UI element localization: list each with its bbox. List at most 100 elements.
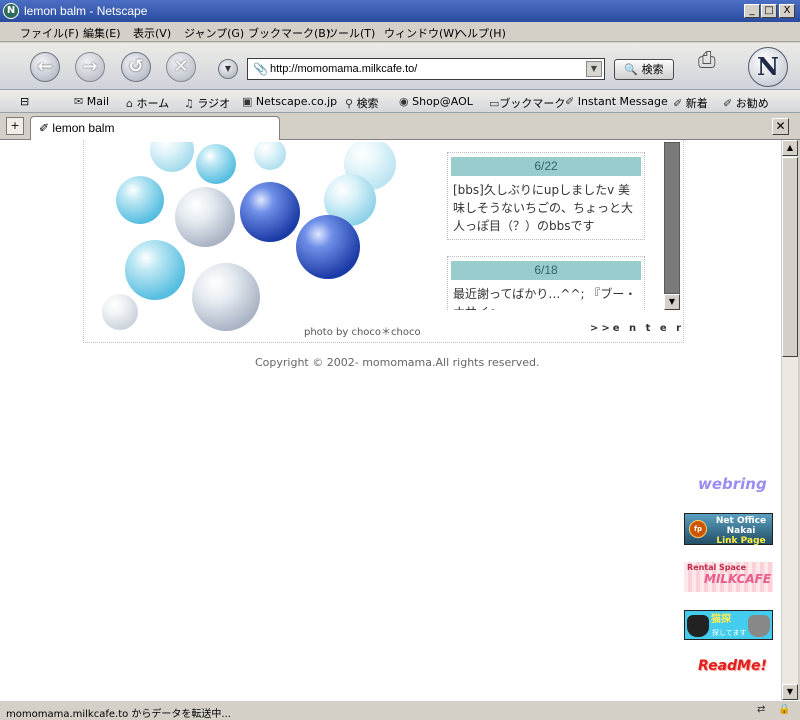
window-title: lemon balm - Netscape bbox=[24, 4, 148, 18]
milkcafe-line2: MILKCAFE bbox=[704, 572, 772, 586]
nakai-line2: Nakai bbox=[726, 526, 756, 536]
menu-edit[interactable]: 編集(E) bbox=[83, 25, 121, 41]
bookmark-folder[interactable]: ▭ブックマーク bbox=[489, 95, 565, 111]
toolbar-grip-icon[interactable]: ⊟ bbox=[20, 95, 29, 108]
page-icon: ✐ bbox=[39, 121, 50, 135]
new-tab-button[interactable]: + bbox=[6, 117, 24, 135]
menu-tools[interactable]: ツール(T) bbox=[327, 25, 375, 41]
magnifier-icon: 🔍 bbox=[624, 63, 639, 76]
bookmark-search[interactable]: ⚲ 検索 bbox=[345, 95, 379, 111]
status-text: momomama.milkcafe.to からデータを転送中... bbox=[6, 709, 231, 720]
my-netscape-icon: ▣ bbox=[242, 95, 253, 108]
bookmark-icon: ✐ bbox=[673, 97, 683, 110]
menu-window[interactable]: ウィンドウ(W) bbox=[384, 25, 458, 41]
forward-button[interactable]: → bbox=[75, 52, 105, 82]
menu-view[interactable]: 表示(V) bbox=[133, 25, 171, 41]
bookmark-new[interactable]: ✐ 新着 bbox=[673, 95, 708, 111]
milkcafe-line1: Rental Space bbox=[687, 563, 747, 572]
history-dropdown-button[interactable]: ▼ bbox=[218, 59, 238, 79]
search-icon: ⚲ bbox=[345, 97, 354, 110]
bookmark-search-label: 検索 bbox=[356, 97, 379, 110]
bookmark-shop-aol[interactable]: ◉ Shop@AOL bbox=[399, 95, 473, 108]
security-lock-icon[interactable]: 🔒 bbox=[778, 704, 790, 715]
neko-search-banner[interactable]: 猫探 探してます bbox=[684, 610, 773, 640]
scroll-down-icon[interactable]: ▼ bbox=[782, 684, 798, 700]
minimize-button[interactable]: _ bbox=[744, 4, 760, 18]
bookmark-instant-message[interactable]: ✐ Instant Message bbox=[565, 95, 668, 108]
bookmark-im-label: Instant Message bbox=[577, 95, 668, 108]
reload-icon: ↺ bbox=[128, 56, 144, 77]
tab-title: lemon balm bbox=[52, 121, 115, 135]
bookmark-radio-label: ラジオ bbox=[197, 97, 231, 110]
folder-icon: ▭ bbox=[489, 97, 500, 110]
back-arrow-icon: ← bbox=[37, 56, 53, 77]
photo-credit: photo by choco＊choco bbox=[304, 327, 421, 338]
bookmark-folder-label: ブックマーク bbox=[499, 97, 566, 110]
reload-button[interactable]: ↺ bbox=[121, 52, 151, 82]
scroll-up-icon[interactable]: ▲ bbox=[782, 140, 798, 156]
forward-arrow-icon: → bbox=[82, 56, 98, 77]
maximize-button[interactable]: □ bbox=[761, 4, 777, 18]
net-office-nakai-banner[interactable]: fp Net Office Nakai Link Page bbox=[684, 513, 773, 546]
bookmark-radio[interactable]: ♫ ラジオ bbox=[184, 95, 230, 111]
back-button[interactable]: ← bbox=[30, 52, 60, 82]
headphones-icon: ♫ bbox=[184, 97, 194, 110]
scroll-down-icon[interactable]: ▼ bbox=[664, 294, 680, 310]
netscape-app-icon[interactable]: N bbox=[3, 3, 19, 19]
bookmark-shop-aol-label: Shop@AOL bbox=[412, 95, 473, 108]
copyright-text: Copyright © 2002- momomama.All rights re… bbox=[255, 356, 540, 369]
bookmark-mail[interactable]: ✉ Mail bbox=[74, 95, 109, 108]
search-button-label: 検索 bbox=[641, 63, 664, 76]
menu-bookmarks[interactable]: ブックマーク(B) bbox=[248, 25, 330, 41]
news-panel: 6/22 [bbs]久しぶりにupしましたv 美味しそうないちごの、ちょっと大人… bbox=[446, 142, 664, 310]
bookmark-home[interactable]: ⌂ ホーム bbox=[126, 95, 169, 111]
page-proxy-icon[interactable]: 📎 bbox=[253, 62, 268, 76]
close-button[interactable]: X bbox=[779, 4, 795, 18]
news-text: [bbs]久しぶりにupしましたv 美味しそうないちごの、ちょっと大人っぽ目（？… bbox=[453, 183, 634, 233]
tab-lemon-balm[interactable]: ✐ lemon balm bbox=[30, 116, 280, 140]
url-dropdown-icon[interactable]: ▼ bbox=[586, 61, 602, 77]
black-cat-icon bbox=[687, 615, 709, 637]
page-scroll-thumb[interactable] bbox=[782, 157, 798, 357]
bookmark-recommend[interactable]: ✐ お勧め bbox=[723, 95, 769, 111]
aol-icon: ◉ bbox=[399, 95, 409, 108]
personal-toolbar: ⊟ ✉ Mail ⌂ ホーム ♫ ラジオ ▣ Netscape.co.jp ⚲ … bbox=[0, 90, 800, 113]
milkcafe-banner[interactable]: Rental Space MILKCAFE bbox=[684, 562, 773, 592]
enter-link[interactable]: >>e n t e r bbox=[590, 323, 684, 334]
news-date: 6/22 bbox=[451, 157, 641, 176]
marbles-photo bbox=[100, 142, 400, 332]
nakai-line1: Net Office bbox=[715, 516, 767, 526]
news-text: 最近謝ってばかり…^^; 『ブー・ナサイ』… bbox=[453, 287, 637, 310]
bookmark-icon: ✐ bbox=[565, 95, 575, 108]
netscape-logo-icon[interactable]: N bbox=[748, 47, 788, 87]
url-text[interactable]: http://momomama.milkcafe.to/ bbox=[270, 63, 417, 75]
nakai-banner-text: Net Office Nakai Link Page bbox=[711, 516, 771, 546]
tab-label: ✐ lemon balm bbox=[39, 121, 114, 135]
menu-help[interactable]: ヘルプ(H) bbox=[456, 25, 506, 41]
mail-icon: ✉ bbox=[74, 95, 84, 108]
close-tab-button[interactable]: ✕ bbox=[772, 118, 789, 135]
page-scrollbar[interactable]: ▲ ▼ bbox=[781, 140, 798, 700]
title-bar: N lemon balm - Netscape _ □ X bbox=[0, 0, 800, 22]
new-tab-icon: + bbox=[10, 119, 20, 132]
menu-file[interactable]: ファイル(F) bbox=[20, 25, 79, 41]
bookmark-recommend-label: お勧め bbox=[735, 97, 769, 110]
connection-icon[interactable]: ⇄ bbox=[757, 704, 765, 715]
neko-line2: 探してます bbox=[712, 629, 747, 637]
bookmark-netscape[interactable]: ▣ Netscape.co.jp bbox=[242, 95, 337, 108]
bookmark-new-label: 新着 bbox=[685, 97, 708, 110]
news-scrollbar[interactable]: ▼ bbox=[664, 142, 680, 310]
nakai-line3: Link Page bbox=[716, 536, 766, 546]
print-button[interactable]: ⎙ bbox=[698, 48, 726, 74]
menu-bar: ファイル(F) 編集(E) 表示(V) ジャンプ(G) ブックマーク(B) ツー… bbox=[0, 22, 800, 42]
menu-go[interactable]: ジャンプ(G) bbox=[184, 25, 244, 41]
news-item: 6/22 [bbs]久しぶりにupしましたv 美味しそうないちごの、ちょっと大人… bbox=[447, 152, 645, 240]
webring-banner[interactable]: webring bbox=[698, 475, 767, 493]
stop-button[interactable]: ✕ bbox=[166, 52, 196, 82]
readme-banner[interactable]: ReadMe! bbox=[698, 658, 767, 674]
status-bar: momomama.milkcafe.to からデータを転送中... ⇄ 🔒 bbox=[0, 700, 800, 720]
grey-cat-icon bbox=[748, 615, 770, 637]
news-scroll-thumb[interactable] bbox=[664, 142, 680, 294]
search-button[interactable]: 🔍 検索 bbox=[614, 59, 674, 80]
url-field[interactable]: 📎 http://momomama.milkcafe.to/ ▼ bbox=[247, 58, 605, 80]
